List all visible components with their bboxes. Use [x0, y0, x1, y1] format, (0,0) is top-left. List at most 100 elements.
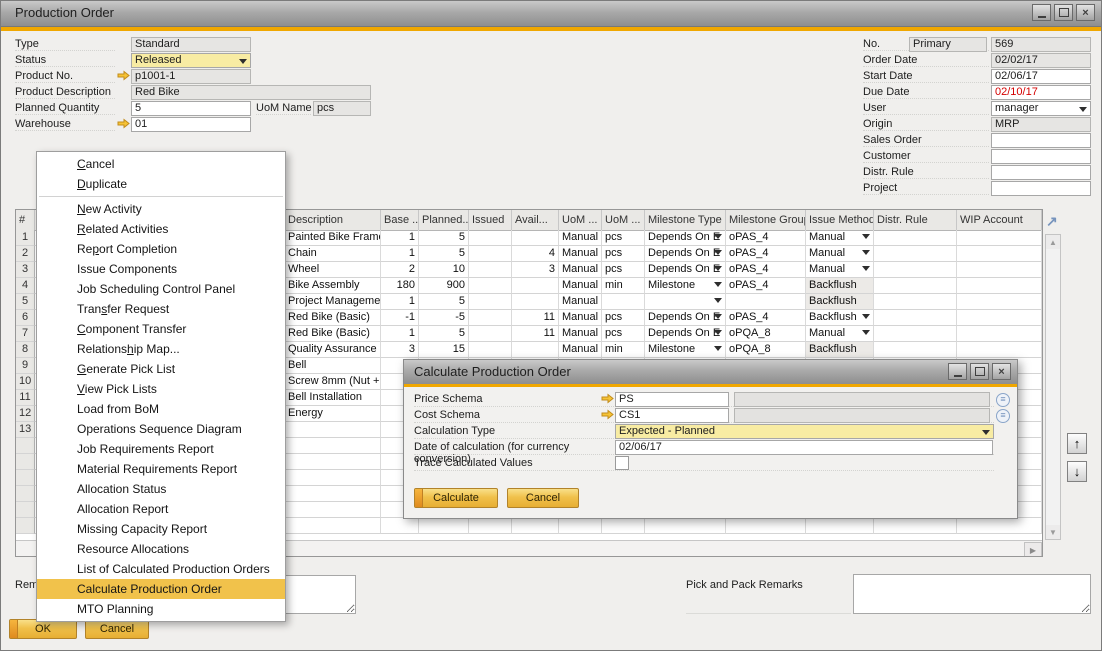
- cell-uom-name[interactable]: pcs: [602, 230, 645, 246]
- maximize-icon[interactable]: [1054, 4, 1073, 21]
- menu-item-related-activities[interactable]: Related Activities: [37, 219, 285, 239]
- choose-from-list-icon[interactable]: ≡: [996, 393, 1010, 407]
- cell-issue-method[interactable]: Backflush: [806, 278, 874, 294]
- menu-item-report-completion[interactable]: Report Completion: [37, 239, 285, 259]
- cell-description[interactable]: [285, 454, 381, 470]
- price-schema-input[interactable]: PS: [615, 392, 729, 407]
- cell-planned-qty[interactable]: -5: [419, 310, 469, 326]
- cell-available[interactable]: [512, 294, 559, 310]
- link-arrow-icon[interactable]: [117, 70, 130, 84]
- cell-description[interactable]: Red Bike (Basic): [285, 310, 381, 326]
- cell-available[interactable]: [512, 230, 559, 246]
- cell-wip-account[interactable]: [957, 262, 1042, 278]
- pick-pack-remarks-textarea[interactable]: [853, 574, 1091, 614]
- menu-item-list-of-calculated-production-orders[interactable]: List of Calculated Production Orders: [37, 559, 285, 579]
- cell-uom-method[interactable]: Manual: [559, 342, 602, 358]
- due-date-field[interactable]: 02/10/17: [991, 85, 1091, 100]
- cell-planned-qty[interactable]: 5: [419, 246, 469, 262]
- cell-description[interactable]: Red Bike (Basic): [285, 326, 381, 342]
- planned-quantity-field[interactable]: 5: [131, 101, 251, 116]
- start-date-field[interactable]: 02/06/17: [991, 69, 1091, 84]
- cell-milestone-group[interactable]: oPQA_8: [726, 326, 806, 342]
- cell-issued[interactable]: [469, 230, 512, 246]
- cell-uom-name[interactable]: pcs: [602, 326, 645, 342]
- menu-item-job-requirements-report[interactable]: Job Requirements Report: [37, 439, 285, 459]
- cell-available[interactable]: [512, 518, 559, 534]
- cell-uom-name[interactable]: min: [602, 278, 645, 294]
- close-icon[interactable]: ×: [1076, 4, 1095, 21]
- cell-description[interactable]: Quality Assurance: [285, 342, 381, 358]
- minimize-icon[interactable]: [1032, 4, 1051, 21]
- cell-issued[interactable]: [469, 310, 512, 326]
- project-field[interactable]: [991, 181, 1091, 196]
- cell-milestone-type[interactable]: Depends On E: [645, 310, 726, 326]
- cell-milestone-type[interactable]: [645, 294, 726, 310]
- row-down-button[interactable]: ↓: [1067, 461, 1087, 482]
- cell-uom-name[interactable]: pcs: [602, 310, 645, 326]
- cell-milestone-type[interactable]: Depends On E: [645, 230, 726, 246]
- cell-description[interactable]: Bell Installation: [285, 390, 381, 406]
- cell-milestone-group[interactable]: oPAS_4: [726, 230, 806, 246]
- link-arrow-icon[interactable]: [117, 118, 130, 132]
- cell-distr-rule[interactable]: [874, 342, 957, 358]
- cell-base-qty[interactable]: 1: [381, 230, 419, 246]
- cell-uom-method[interactable]: Manual: [559, 246, 602, 262]
- cell-issued[interactable]: [469, 326, 512, 342]
- cell-uom-name[interactable]: [602, 294, 645, 310]
- cell-milestone-group[interactable]: oPAS_4: [726, 246, 806, 262]
- cell-description[interactable]: [285, 486, 381, 502]
- link-arrow-icon[interactable]: [601, 409, 614, 423]
- cell-planned-qty[interactable]: 15: [419, 342, 469, 358]
- cell-milestone-type[interactable]: Depends On E: [645, 326, 726, 342]
- date-of-calculation-for-currency-conversion-input[interactable]: 02/06/17: [615, 440, 993, 455]
- cell-distr-rule[interactable]: [874, 518, 957, 534]
- cell-planned-qty[interactable]: 900: [419, 278, 469, 294]
- menu-item-material-requirements-report[interactable]: Material Requirements Report: [37, 459, 285, 479]
- cell-available[interactable]: 3: [512, 262, 559, 278]
- dialog-cancel-button[interactable]: Cancel: [507, 488, 579, 508]
- menu-item-new-activity[interactable]: New Activity: [37, 199, 285, 219]
- menu-item-duplicate[interactable]: Duplicate: [37, 174, 285, 194]
- cell-base-qty[interactable]: 180: [381, 278, 419, 294]
- status-field[interactable]: Released: [131, 53, 251, 68]
- cell-available[interactable]: 11: [512, 310, 559, 326]
- menu-item-generate-pick-list[interactable]: Generate Pick List: [37, 359, 285, 379]
- cell-milestone-group[interactable]: [726, 294, 806, 310]
- cell-milestone-group[interactable]: oPAS_4: [726, 278, 806, 294]
- cell-distr-rule[interactable]: [874, 278, 957, 294]
- cell-issued[interactable]: [469, 278, 512, 294]
- maximize-icon[interactable]: [970, 363, 989, 380]
- cell-uom-method[interactable]: Manual: [559, 262, 602, 278]
- calculation-type-select[interactable]: Expected - Planned: [615, 424, 994, 439]
- menu-item-resource-allocations[interactable]: Resource Allocations: [37, 539, 285, 559]
- cell-wip-account[interactable]: [957, 230, 1042, 246]
- cell-milestone-type[interactable]: Milestone: [645, 278, 726, 294]
- cell-base-qty[interactable]: 1: [381, 246, 419, 262]
- cell-planned-qty[interactable]: [419, 518, 469, 534]
- cell-distr-rule[interactable]: [874, 230, 957, 246]
- scroll-down-icon[interactable]: ▼: [1046, 525, 1060, 539]
- cell-description[interactable]: Project Management: [285, 294, 381, 310]
- cell-milestone-type[interactable]: [645, 518, 726, 534]
- menu-item-calculate-production-order[interactable]: Calculate Production Order: [37, 579, 285, 599]
- menu-item-transfer-request[interactable]: Transfer Request: [37, 299, 285, 319]
- cell-issued[interactable]: [469, 246, 512, 262]
- cell-uom-method[interactable]: Manual: [559, 326, 602, 342]
- cell-milestone-group[interactable]: oPAS_4: [726, 262, 806, 278]
- cell-milestone-group[interactable]: oPQA_8: [726, 342, 806, 358]
- menu-item-component-transfer[interactable]: Component Transfer: [37, 319, 285, 339]
- cell-available[interactable]: 4: [512, 246, 559, 262]
- scroll-right-icon[interactable]: ▶: [1024, 542, 1042, 557]
- cell-wip-account[interactable]: [957, 310, 1042, 326]
- sales-order-field[interactable]: [991, 133, 1091, 148]
- cell-issue-method[interactable]: Manual: [806, 262, 874, 278]
- cell-uom-method[interactable]: Manual: [559, 278, 602, 294]
- cell-distr-rule[interactable]: [874, 326, 957, 342]
- cell-milestone-group[interactable]: [726, 518, 806, 534]
- warehouse-field[interactable]: 01: [131, 117, 251, 132]
- cell-issue-method[interactable]: Backflush: [806, 342, 874, 358]
- cell-wip-account[interactable]: [957, 326, 1042, 342]
- cell-planned-qty[interactable]: 5: [419, 326, 469, 342]
- cell-distr-rule[interactable]: [874, 310, 957, 326]
- cell-planned-qty[interactable]: 5: [419, 294, 469, 310]
